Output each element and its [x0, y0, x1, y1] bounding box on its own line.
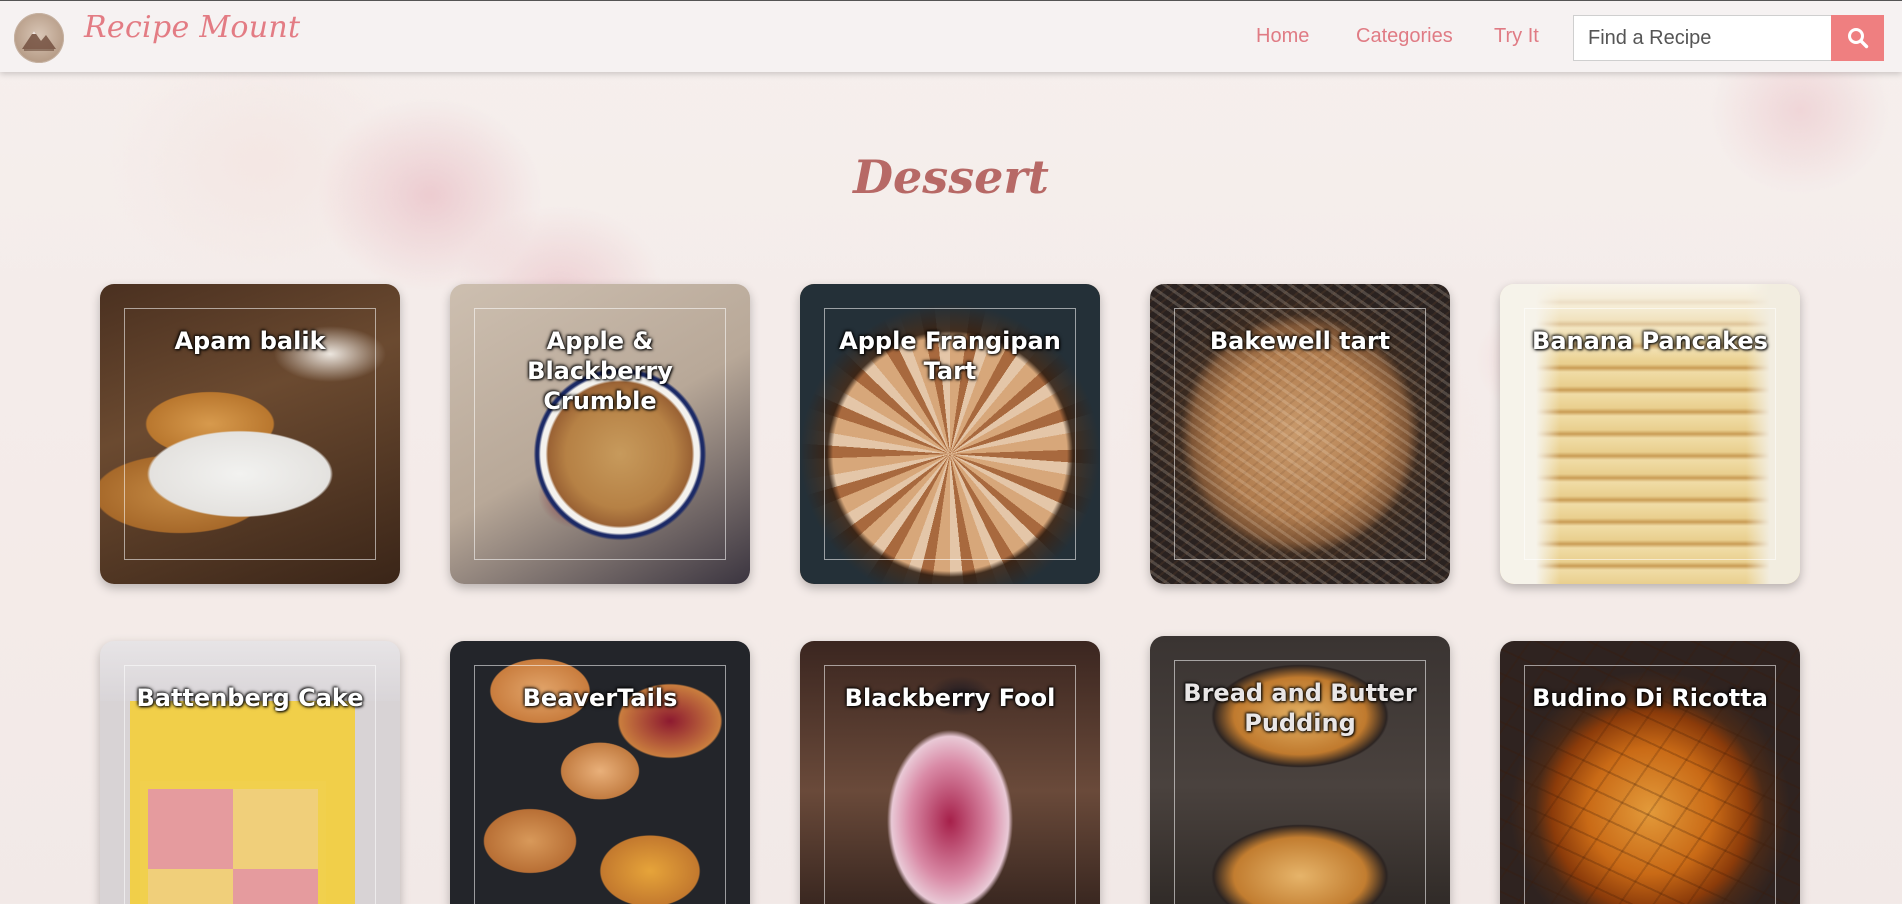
nav-try-it-link[interactable]: Try It: [1494, 25, 1539, 48]
recipe-card[interactable]: BeaverTails: [450, 641, 750, 904]
nav-home-link[interactable]: Home: [1256, 25, 1309, 48]
navbar: Recipe Mount Home Categories Try It: [0, 0, 1902, 72]
page-title: Dessert: [853, 150, 1049, 204]
recipe-card[interactable]: Battenberg Cake: [100, 641, 400, 904]
recipe-card[interactable]: Banana Pancakes: [1500, 284, 1800, 584]
recipe-card[interactable]: Blackberry Fool: [800, 641, 1100, 904]
recipe-card-title: Budino Di Ricotta: [1532, 684, 1768, 712]
recipe-card-title: Bakewell tart: [1209, 327, 1391, 355]
recipe-card[interactable]: Apple & Blackberry Crumble: [450, 284, 750, 584]
recipe-card-title: Apple & Blackberry Crumble: [527, 327, 673, 415]
brand-name[interactable]: Recipe Mount: [84, 10, 300, 45]
recipe-card[interactable]: Apple Frangipan Tart: [800, 284, 1100, 584]
recipe-card-title: Bread and Butter Pudding: [1183, 679, 1417, 737]
recipe-card[interactable]: Bread and Butter Pudding: [1150, 636, 1450, 904]
recipe-card-title: Battenberg Cake: [136, 684, 364, 712]
recipe-card[interactable]: Apam balik: [100, 284, 400, 584]
recipe-card-title: BeaverTails: [522, 684, 678, 712]
search-icon: [1848, 28, 1869, 49]
recipe-card-title: Blackberry Fool: [844, 684, 1056, 712]
recipe-card-title: Apple Frangipan Tart: [839, 327, 1061, 385]
recipe-card-title: Banana Pancakes: [1532, 327, 1768, 355]
search-input[interactable]: [1573, 15, 1831, 61]
search-button[interactable]: [1831, 15, 1884, 61]
mountain-logo-icon: [22, 31, 56, 51]
nav-categories-link[interactable]: Categories: [1356, 25, 1453, 48]
recipe-card[interactable]: Budino Di Ricotta: [1500, 641, 1800, 904]
brand-logo[interactable]: [14, 13, 64, 63]
recipe-card[interactable]: Bakewell tart: [1150, 284, 1450, 584]
recipe-card-title: Apam balik: [174, 327, 326, 355]
